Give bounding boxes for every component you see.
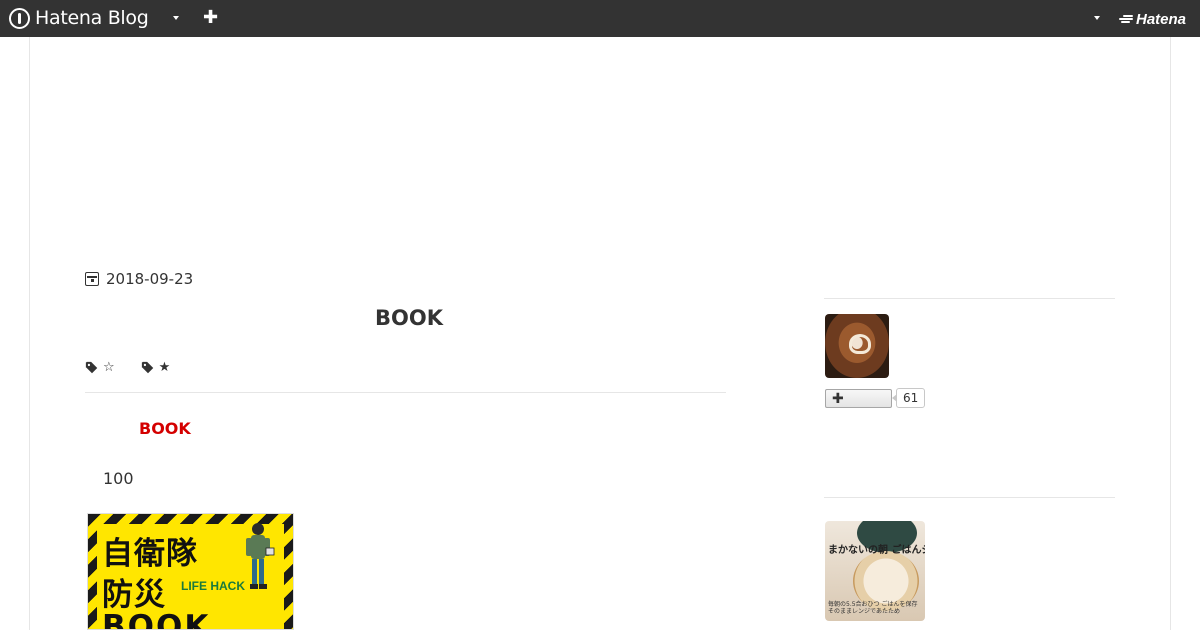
- hatena-blog-logo-icon: [9, 7, 30, 29]
- entry-date-text: 2018-09-23: [106, 270, 194, 288]
- sidebar-book-title: まかないの朝 ごはんジャー(1): [828, 545, 925, 556]
- sidebar-book-subtitle: 毎朝の5.5合おひつ ごはんを保存 そのままレンジであたため: [828, 601, 918, 615]
- calendar-icon: [85, 272, 99, 286]
- entry-divider: [85, 392, 726, 393]
- book-cover-line3: BOOK: [102, 609, 211, 630]
- hatena-blog-logo[interactable]: Hatena Blog: [9, 7, 149, 29]
- book-cover-badge: LIFE HACK: [181, 579, 245, 593]
- section-label: BOOK: [139, 419, 191, 438]
- hatena-link[interactable]: Hatena: [1118, 9, 1186, 29]
- hatena-logo-icon: [1118, 13, 1134, 25]
- tag-link-1[interactable]: ☆: [85, 360, 115, 375]
- follower-count[interactable]: 61: [891, 388, 926, 408]
- book-cover-line1: 自衛隊: [102, 536, 198, 572]
- new-post-plus-icon[interactable]: ✚: [203, 9, 218, 27]
- tag-icon: [141, 361, 153, 373]
- plus-icon: ✚: [832, 391, 844, 407]
- tag-icon: [85, 361, 98, 373]
- book-cover-line2: 防災: [102, 577, 166, 613]
- entry-title[interactable]: BOOK: [85, 306, 733, 330]
- count-text: 100: [103, 469, 134, 488]
- profile-avatar[interactable]: [825, 314, 889, 378]
- entry-tags: ☆ ★: [85, 360, 196, 375]
- book-cover-image[interactable]: 自衛隊 防災 BOOK LIFE HACK: [87, 513, 294, 630]
- entry-date[interactable]: 2018-09-23: [85, 270, 193, 288]
- logo-text: Hatena Blog: [35, 7, 149, 29]
- tag-label: ★: [158, 360, 171, 375]
- account-menu-chevron-down-icon[interactable]: [1092, 12, 1104, 24]
- follow-button[interactable]: ✚: [825, 389, 892, 408]
- tag-label: ☆: [103, 360, 115, 375]
- global-header: Hatena Blog ✚ Hatena: [0, 0, 1200, 37]
- soldier-illustration-icon: [246, 523, 275, 589]
- sidebar-divider: [824, 298, 1115, 299]
- sidebar-divider: [824, 497, 1115, 498]
- hatena-text: Hatena: [1136, 10, 1187, 28]
- sidebar-book-image[interactable]: まかないの朝 ごはんジャー(1) 毎朝の5.5合おひつ ごはんを保存 そのままレ…: [825, 521, 925, 621]
- tag-link-2[interactable]: ★: [141, 360, 171, 375]
- blog-menu-chevron-down-icon[interactable]: [171, 12, 183, 24]
